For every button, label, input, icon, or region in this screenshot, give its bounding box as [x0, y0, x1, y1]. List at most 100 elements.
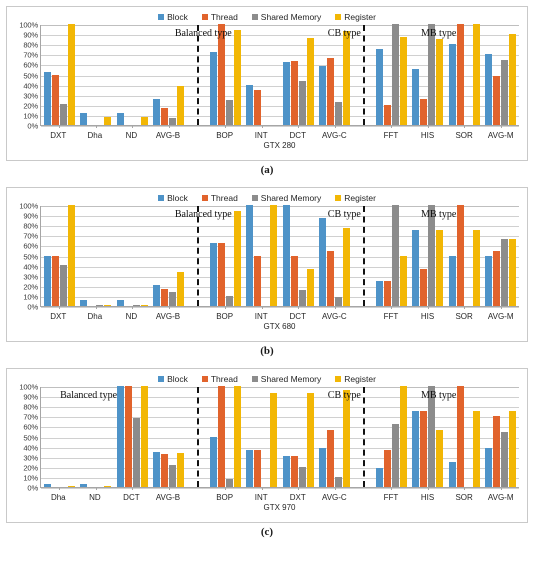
bar-shared-memory	[132, 305, 140, 306]
x-tick-mark	[464, 306, 466, 309]
bar-block	[80, 483, 88, 487]
bar-register	[306, 268, 314, 306]
y-tick-label: 80%	[23, 221, 38, 231]
bar-group	[114, 386, 150, 490]
bar-register	[436, 230, 444, 306]
bar-register	[306, 393, 314, 487]
bar-block	[209, 243, 217, 306]
x-tick-mark	[391, 125, 393, 128]
bar-thread	[290, 255, 298, 306]
bar-shared-memory	[391, 24, 399, 125]
bar-block	[485, 447, 493, 487]
legend-label-register: Register	[344, 192, 376, 203]
bar-group	[207, 386, 243, 490]
bar-register	[177, 85, 185, 125]
bar-group	[446, 386, 482, 490]
bar-thread	[161, 288, 169, 306]
zone-divider	[363, 206, 365, 306]
x-axis-label: HIS	[420, 130, 435, 140]
y-tick-label: 100%	[19, 201, 38, 211]
bar-shared-memory	[298, 289, 306, 306]
x-tick-mark	[334, 487, 336, 490]
y-axis-labels-c: 100% 90% 80% 70% 60% 50% 40% 30% 20% 10% 0%	[9, 383, 39, 493]
y-tick-label: 30%	[23, 91, 38, 101]
y-axis-labels-b: 100% 90% 80% 70% 60% 50% 40% 30% 20% 10% 0%	[9, 202, 39, 312]
legend-item-shared-memory: Shared Memory	[251, 11, 322, 22]
x-tick-mark	[132, 487, 134, 490]
x-tick-mark	[334, 306, 336, 309]
legend-swatch-thread	[201, 13, 208, 20]
bar-register	[67, 24, 75, 125]
x-axis-label: ND	[125, 311, 138, 321]
bar-block	[448, 44, 456, 125]
bar-block	[153, 98, 161, 125]
y-tick-label: 0%	[27, 302, 38, 312]
bar-group	[77, 387, 113, 490]
bar-register	[233, 386, 241, 487]
x-axis-label: AVG-M	[487, 492, 514, 502]
y-tick-label: 100%	[19, 20, 38, 30]
gridline	[41, 307, 519, 308]
bar-block	[485, 255, 493, 306]
bar-group	[446, 24, 482, 128]
bar-thread	[217, 24, 225, 125]
legend-item-register: Register	[335, 12, 376, 22]
bar-block	[246, 205, 254, 306]
bar-block	[375, 467, 383, 487]
x-tick-mark	[500, 306, 502, 309]
bar-register	[177, 271, 185, 306]
x-tick-mark	[298, 487, 300, 490]
x-tick-mark	[59, 487, 61, 490]
x-axis-label: BOP	[216, 130, 234, 140]
legend-item-thread: Thread	[201, 374, 238, 384]
bar-thread	[456, 24, 464, 125]
bar-shared-memory	[501, 432, 509, 487]
x-axis-label: INT	[254, 492, 268, 502]
bar-shared-memory	[335, 476, 343, 487]
x-axis-label: Dha	[50, 492, 66, 502]
x-tick-mark	[427, 125, 429, 128]
x-axis-label: DXT	[50, 130, 67, 140]
bar-thread	[217, 386, 225, 487]
legend-c: Block Thread Shared Memory Register	[7, 371, 527, 386]
zone-label: CB type	[327, 209, 361, 220]
axis-title-c: GTX 970	[263, 503, 296, 512]
y-tick-label: 50%	[23, 433, 38, 442]
bar-group	[77, 25, 113, 128]
x-tick-mark	[225, 125, 227, 128]
bar-block	[209, 436, 217, 487]
legend-label-block: Block	[167, 373, 188, 384]
bar-thread	[383, 449, 391, 487]
y-tick-label: 60%	[23, 241, 38, 251]
zone-label: Balanced type	[60, 390, 118, 401]
x-tick-mark	[464, 125, 466, 128]
legend-swatch-shared-memory	[251, 375, 258, 382]
bar-thread	[420, 411, 428, 487]
legend-label-block: Block	[167, 11, 188, 22]
x-axis-label: FFT	[383, 492, 399, 502]
bar-shared-memory	[169, 117, 177, 125]
x-tick-mark	[298, 125, 300, 128]
y-tick-label: 70%	[23, 412, 38, 422]
bar-group	[77, 206, 113, 309]
zone-label: MB type	[421, 390, 457, 401]
bar-thread	[493, 251, 501, 306]
legend-label-shared-memory: Shared Memory	[260, 11, 322, 22]
bar-group	[316, 387, 352, 490]
bar-register	[343, 31, 351, 125]
bar-register	[509, 34, 517, 125]
bar-register	[306, 38, 314, 125]
x-label-gap	[186, 129, 206, 141]
zone-divider	[196, 387, 199, 487]
bar-group	[409, 24, 445, 128]
bar-shared-memory	[391, 205, 399, 306]
bar-group	[280, 205, 316, 309]
x-axis-label: HIS	[420, 492, 435, 502]
bar-block	[282, 205, 290, 306]
x-tick-mark	[225, 306, 227, 309]
bar-block	[412, 69, 420, 125]
bar-group	[409, 205, 445, 309]
plot-grid-b: Balanced type CB type MB type	[40, 205, 519, 309]
legend-item-block: Block	[158, 374, 188, 384]
zone-label: Balanced type	[174, 209, 232, 220]
